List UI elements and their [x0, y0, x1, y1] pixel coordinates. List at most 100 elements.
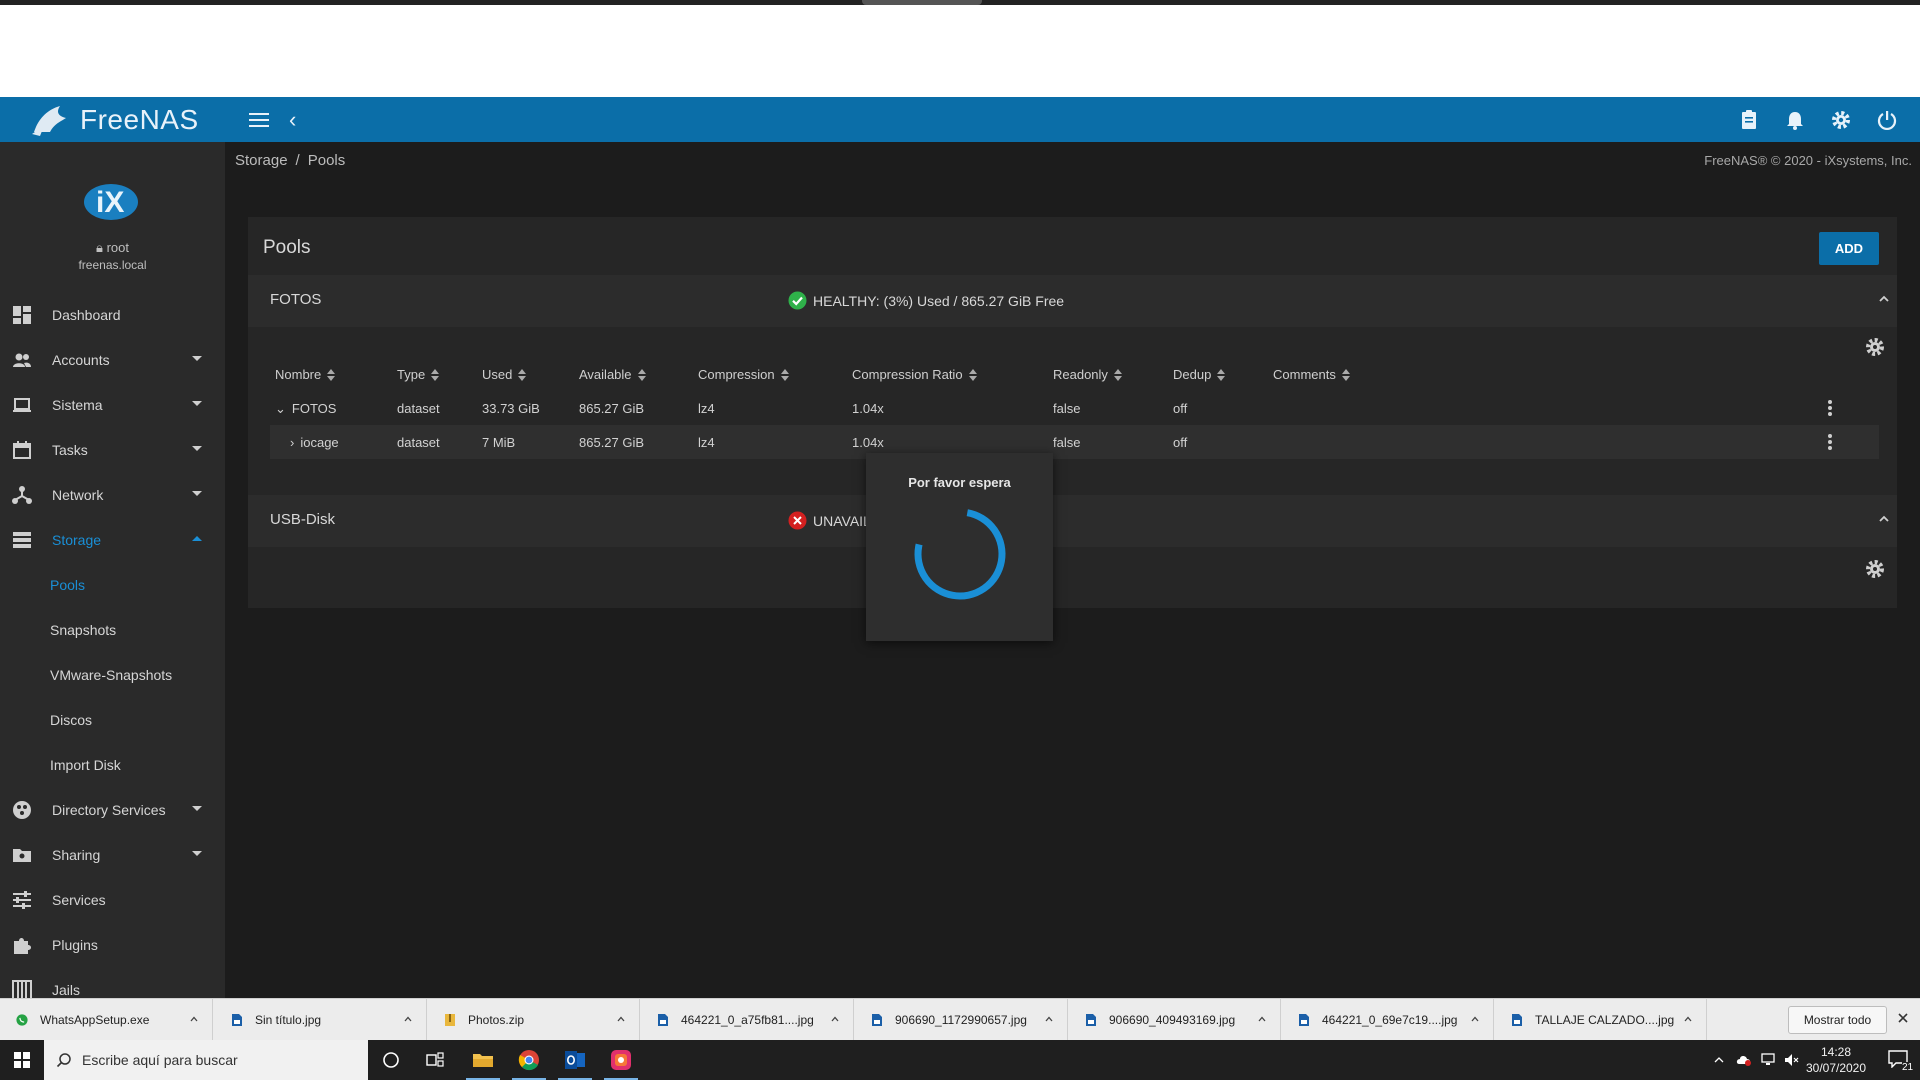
sidebar-item-label: Network — [52, 486, 104, 503]
chevron-right-icon[interactable]: › — [290, 435, 294, 450]
sidebar-item-network[interactable]: Network — [0, 472, 225, 517]
table-row[interactable]: ⌄ FOTOS dataset 33.73 GiB 865.27 GiB lz4 … — [270, 391, 1879, 425]
chevron-up-icon[interactable] — [831, 1015, 839, 1023]
column-header-label: Readonly — [1053, 367, 1108, 382]
column-header[interactable]: Dedup — [1173, 367, 1226, 382]
cell-type: dataset — [397, 435, 440, 450]
chevron-up-icon[interactable] — [1045, 1015, 1053, 1023]
row-name: ⌄ FOTOS — [275, 401, 336, 417]
download-item[interactable]: 464221_0_a75fb81....jpg — [641, 999, 854, 1041]
sidebar-item-label: Accounts — [52, 351, 110, 368]
chevron-up-icon[interactable] — [404, 1015, 412, 1023]
download-filename: 464221_0_a75fb81....jpg — [681, 1013, 814, 1027]
cortana-icon[interactable] — [368, 1040, 414, 1080]
image-file-icon — [658, 1014, 668, 1026]
sidebar-item-label: Storage — [52, 531, 102, 548]
more-options-icon[interactable] — [1828, 400, 1832, 416]
download-item[interactable]: Sin título.jpg — [215, 999, 427, 1041]
download-item[interactable]: WhatsAppSetup.exe — [0, 999, 213, 1041]
column-header-label: Available — [579, 367, 632, 382]
pool-header-usb-disk[interactable]: USB-Disk UNAVAIL — [248, 495, 1897, 547]
show-all-downloads-button[interactable]: Mostrar todo — [1788, 1006, 1887, 1034]
gear-icon[interactable] — [1830, 109, 1852, 131]
cell-used: 7 MiB — [482, 435, 516, 450]
taskbar-search-input[interactable]: Escribe aquí para buscar — [44, 1040, 368, 1080]
windows-taskbar: Escribe aquí para buscar 14:28 30/07/202… — [0, 1040, 1920, 1080]
photo-app-icon[interactable] — [598, 1040, 644, 1080]
download-item[interactable]: 464221_0_69e7c19....jpg — [1282, 999, 1494, 1041]
outlook-icon[interactable] — [552, 1040, 598, 1080]
chevron-up-icon — [192, 536, 202, 541]
sidebar-subitem-snapshots[interactable]: Snapshots — [0, 607, 225, 652]
windows-start-icon[interactable] — [0, 1040, 44, 1080]
download-item[interactable]: 906690_1172990657.jpg — [855, 999, 1068, 1041]
chevron-up-icon[interactable] — [1258, 1015, 1266, 1023]
sort-icon — [1217, 368, 1226, 381]
chevron-up-icon[interactable] — [190, 1015, 198, 1023]
more-options-icon[interactable] — [1828, 434, 1832, 450]
chevron-up-icon[interactable] — [1878, 293, 1890, 305]
bell-icon[interactable] — [1784, 109, 1806, 131]
download-filename: 464221_0_69e7c19....jpg — [1322, 1013, 1458, 1027]
add-pool-button[interactable]: ADD — [1819, 232, 1879, 265]
file-explorer-icon[interactable] — [460, 1040, 506, 1080]
close-icon[interactable] — [1896, 1011, 1910, 1025]
sidebar-item-sharing[interactable]: Sharing — [0, 832, 225, 877]
column-header[interactable]: Nombre — [275, 367, 336, 382]
chevron-up-icon[interactable] — [1684, 1015, 1692, 1023]
freenas-logo[interactable]: FreeNAS — [0, 97, 225, 142]
sidebar-item-accounts[interactable]: Accounts — [0, 337, 225, 382]
column-header[interactable]: Type — [397, 367, 440, 382]
brand-name: FreeNAS — [80, 103, 199, 135]
chevron-up-icon[interactable] — [1878, 513, 1890, 525]
download-filename: Photos.zip — [468, 1013, 525, 1027]
column-header[interactable]: Comments — [1273, 367, 1350, 382]
chevron-up-icon[interactable] — [1712, 1053, 1726, 1067]
sidebar-item-plugins[interactable]: Plugins — [0, 922, 225, 967]
task-view-icon[interactable] — [412, 1040, 458, 1080]
chevron-up-icon[interactable] — [617, 1015, 625, 1023]
column-header[interactable]: Compression Ratio — [852, 367, 977, 382]
gear-icon[interactable] — [1865, 559, 1885, 579]
sidebar-subitem-pools[interactable]: Pools — [0, 562, 225, 607]
chevron-down-icon[interactable]: ⌄ — [275, 401, 286, 417]
sidebar-item-services[interactable]: Services — [0, 877, 225, 922]
sidebar-item-sistema[interactable]: Sistema — [0, 382, 225, 427]
sidebar-item-storage[interactable]: Storage — [0, 517, 225, 562]
power-icon[interactable] — [1876, 109, 1898, 131]
column-header[interactable]: Available — [579, 367, 646, 382]
chrome-icon[interactable] — [506, 1040, 552, 1080]
download-item[interactable]: 906690_409493169.jpg — [1069, 999, 1281, 1041]
breadcrumb-storage-link[interactable]: Storage — [235, 152, 288, 169]
back-chevron-icon[interactable]: ‹ — [289, 107, 296, 133]
action-center-button[interactable]: 21 — [1880, 1040, 1920, 1080]
download-item[interactable]: Photos.zip — [428, 999, 640, 1041]
table-row[interactable]: › iocage dataset 7 MiB 865.27 GiB lz4 1.0… — [270, 425, 1879, 459]
column-header-label: Compression — [698, 367, 775, 382]
network-icon[interactable] — [1760, 1053, 1776, 1067]
whatsapp-icon — [16, 1014, 28, 1026]
sort-icon — [1341, 368, 1350, 381]
cloud-icon[interactable] — [1736, 1053, 1752, 1067]
pool-header-fotos[interactable]: FOTOS HEALTHY: (3%) Used / 865.27 GiB Fr… — [248, 275, 1897, 327]
clipboard-icon[interactable] — [1738, 109, 1760, 131]
top-bar: FreeNAS ‹ — [0, 97, 1920, 142]
sidebar-item-label: Sistema — [52, 396, 103, 413]
sidebar-subitem-discos[interactable]: Discos — [0, 697, 225, 742]
sidebar-item-tasks[interactable]: Tasks — [0, 427, 225, 472]
download-item[interactable]: TALLAJE CALZADO....jpg — [1495, 999, 1707, 1041]
column-header[interactable]: Compression — [698, 367, 789, 382]
sidebar-item-directory-services[interactable]: Directory Services — [0, 787, 225, 832]
hamburger-icon[interactable] — [249, 112, 269, 127]
gear-icon[interactable] — [1865, 337, 1885, 357]
column-header-label: Type — [397, 367, 426, 382]
download-bar: WhatsAppSetup.exe Sin título.jpg Photos.… — [0, 998, 1920, 1041]
chevron-up-icon[interactable] — [1471, 1015, 1479, 1023]
pool-body-fotos: Nombre Type Used Available Compression C… — [248, 327, 1897, 475]
sidebar-item-dashboard[interactable]: Dashboard — [0, 292, 225, 337]
taskbar-clock[interactable]: 14:28 30/07/2020 — [1794, 1044, 1878, 1076]
sidebar-subitem-vmware-snapshots[interactable]: VMware-Snapshots — [0, 652, 225, 697]
sidebar-subitem-import-disk[interactable]: Import Disk — [0, 742, 225, 787]
column-header[interactable]: Readonly — [1053, 367, 1122, 382]
column-header[interactable]: Used — [482, 367, 527, 382]
